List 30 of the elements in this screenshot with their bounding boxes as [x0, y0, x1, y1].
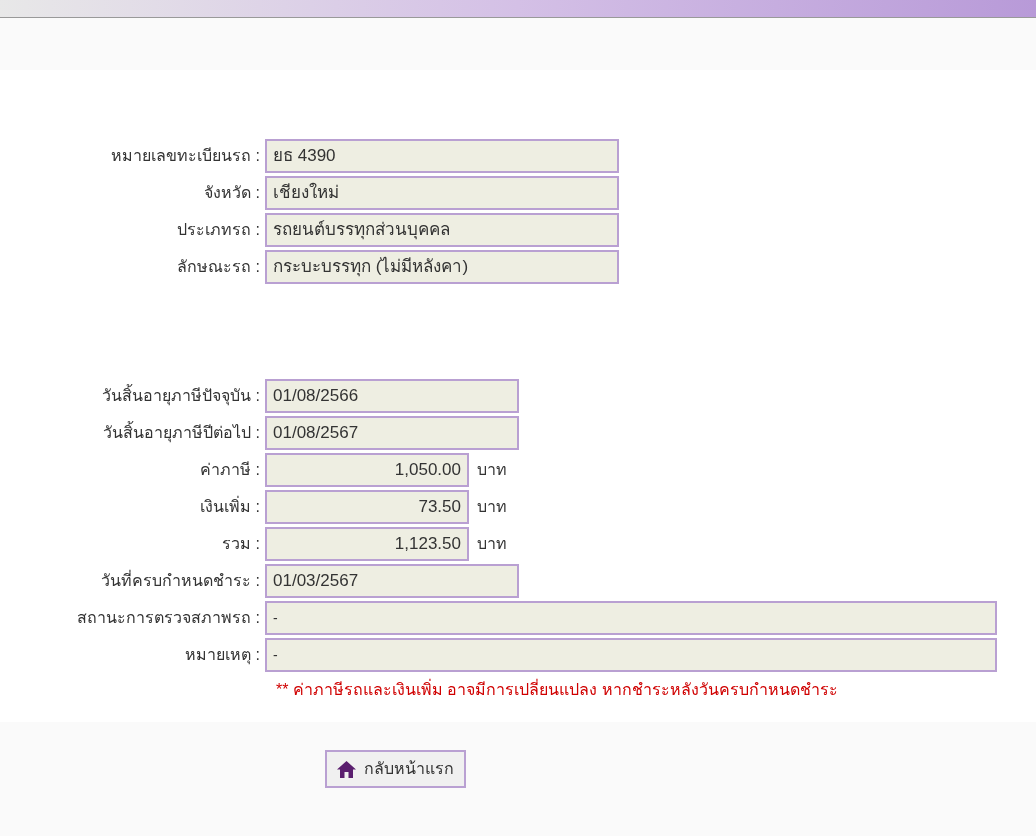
value-field: 1,123.50 — [265, 527, 469, 561]
field-label: หมายเลขทะเบียนรถ : — [110, 146, 261, 166]
value-field: 73.50 — [265, 490, 469, 524]
value-field: 1,050.00 — [265, 453, 469, 487]
value-field: - — [265, 638, 997, 672]
field-label: เงินเพิ่ม : — [199, 495, 261, 517]
field-label: วันสิ้นอายุภาษีปีต่อไป : — [0, 421, 265, 445]
value-field: รถยนต์บรรทุกส่วนบุคคล — [265, 213, 619, 247]
field-label: ประเภทรถ : — [176, 220, 261, 240]
home-icon — [337, 760, 356, 778]
field-label: วันที่ครบกำหนดชำระ : — [100, 569, 261, 591]
value-field: 01/08/2566 — [265, 379, 519, 413]
field-label: หมายเหตุ : — [184, 645, 261, 667]
value-field: - — [265, 601, 997, 635]
field-label: ค่าภาษี : — [199, 460, 261, 480]
unit-label: บาท — [477, 460, 507, 480]
field-label: ลักษณะรถ : — [176, 257, 261, 277]
value-field: 01/03/2567 — [265, 564, 519, 598]
unit-label: บาท — [477, 497, 507, 517]
value-field: 01/08/2567 — [265, 416, 519, 450]
field-label: สถานะการตรวจสภาพรถ : — [76, 608, 261, 628]
warning-note: ** ค่าภาษีรถและเงินเพิ่ม อาจมีการเปลี่ยนแปลง หากชำระหลังวันครบกำหนดชำระ — [276, 678, 839, 700]
value-field: เชียงใหม่ — [265, 176, 619, 210]
value-field: กระบะบรรทุก (ไม่มีหลังคา) — [265, 250, 619, 284]
home-button[interactable]: กลับหน้าแรก — [325, 750, 466, 788]
field-label: จังหวัด : — [203, 183, 261, 203]
unit-label: บาท — [477, 534, 507, 554]
field-label: วันสิ้นอายุภาษีปัจจุบัน : — [0, 384, 265, 408]
field-label: รวม : — [221, 534, 261, 554]
value-field: ยธ 4390 — [265, 139, 619, 173]
